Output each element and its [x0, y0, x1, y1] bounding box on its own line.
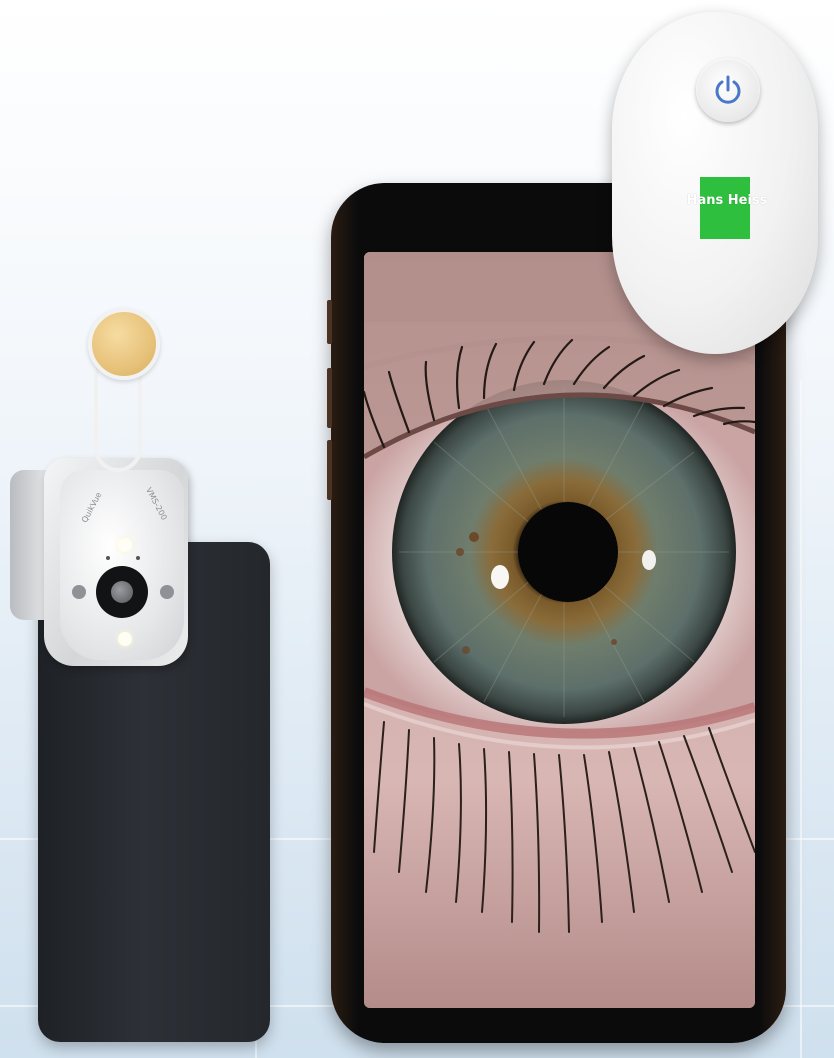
brand-name: Hans Heiss	[686, 193, 768, 208]
lens-sensor-dot	[106, 556, 110, 560]
lens-led-top	[118, 538, 132, 552]
power-button[interactable]	[696, 58, 760, 122]
phone-screen	[364, 252, 755, 1008]
filter-disc-icon	[88, 308, 160, 380]
lens-side-dot-right	[160, 585, 174, 599]
camera-lens-core	[111, 581, 133, 603]
volume-button	[327, 300, 332, 344]
eye-closeup-image	[364, 252, 755, 1008]
power-icon	[715, 75, 741, 104]
lens-side-dot-left	[72, 585, 86, 599]
volume-button	[327, 440, 332, 500]
lens-led-bottom	[118, 632, 132, 646]
brand-logo	[700, 177, 750, 239]
volume-button	[327, 368, 332, 428]
lens-sensor-dot	[136, 556, 140, 560]
background-grid-line	[800, 380, 802, 1058]
